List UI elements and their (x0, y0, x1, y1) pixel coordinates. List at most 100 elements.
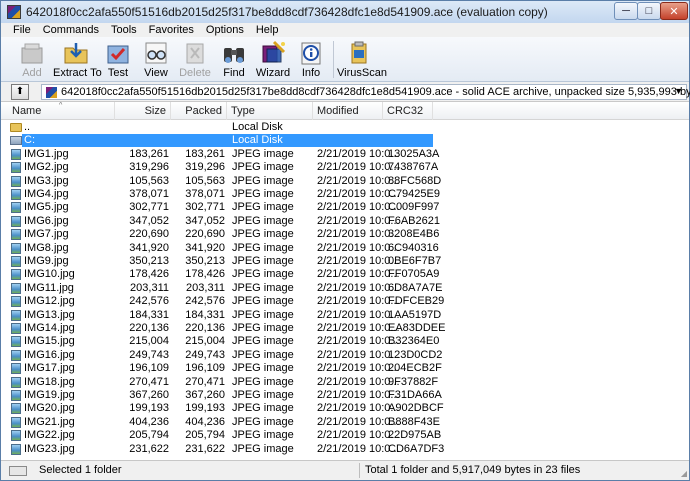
cell-type: JPEG image (232, 402, 294, 415)
jpeg-file-icon (11, 416, 21, 428)
table-row[interactable]: IMG4.jpg 378,071 378,071 JPEG image 2/21/201… (1, 188, 689, 201)
table-row[interactable]: IMG2.jpg 319,296 319,296 JPEG image 2/21/201… (1, 161, 689, 174)
cell-name: IMG10.jpg (24, 268, 75, 281)
close-button[interactable]: ✕ (660, 2, 688, 20)
table-row[interactable]: IMG6.jpg 347,052 347,052 JPEG image 2/21/201… (1, 215, 689, 228)
table-row[interactable]: C: Local Disk (1, 134, 689, 148)
cell-name: IMG19.jpg (24, 389, 75, 401)
table-row[interactable]: IMG14.jpg 220,136 220,136 JPEG image 2/21/20… (1, 322, 689, 335)
minimize-button[interactable]: ─ (614, 2, 638, 20)
delete-button[interactable]: Delete (175, 39, 215, 80)
table-row[interactable]: IMG17.jpg 196,109 196,109 JPEG image 2/21/20… (1, 362, 689, 375)
maximize-button[interactable]: □ (637, 2, 661, 20)
cell-name: IMG7.jpg (24, 228, 69, 241)
cell-packed: 242,576 (185, 295, 225, 308)
table-row[interactable]: IMG21.jpg 404,236 404,236 JPEG image 2/21/20… (1, 416, 689, 429)
title-bar[interactable]: 642018f0cc2afa550f51516db2015d25f317be8d… (1, 1, 689, 23)
table-row[interactable]: IMG19.jpg 367,260 367,260 JPEG image 2/21/20… (1, 389, 689, 402)
virusscan-button[interactable]: VirusScan (337, 39, 387, 80)
cell-crc32: F31DA66A (388, 389, 442, 401)
table-row[interactable]: IMG20.jpg 199,193 199,193 JPEG image 2/21/20… (1, 402, 689, 415)
cell-crc32: C79425E9 (388, 188, 440, 200)
archive-path-field[interactable]: 642018f0cc2afa550f51516db2015d25f317be8d… (41, 84, 690, 100)
table-row[interactable]: IMG3.jpg 105,563 105,563 JPEG image 2/21/201… (1, 175, 689, 188)
file-list[interactable]: Name ^ Size Packed Type Modified CRC32 .… (1, 102, 689, 460)
cell-crc32: C009F997 (388, 201, 440, 214)
cell-packed: 350,213 (185, 255, 225, 267)
drive-status-icon[interactable] (9, 466, 27, 476)
menu-favorites[interactable]: Favorites (143, 23, 200, 37)
cell-crc32: FF0705A9 (388, 268, 440, 281)
view-button[interactable]: View (137, 39, 175, 80)
add-button[interactable]: Add (9, 39, 55, 80)
cell-size: 215,004 (129, 335, 169, 348)
menu-help[interactable]: Help (250, 23, 285, 37)
table-row[interactable]: IMG8.jpg 341,920 341,920 JPEG image 2/21/201… (1, 242, 689, 255)
cell-type: JPEG image (232, 268, 294, 281)
cell-size: 347,052 (129, 214, 169, 227)
cell-size (115, 134, 169, 147)
test-button[interactable]: Test (99, 39, 137, 80)
winrar-icon (7, 5, 21, 19)
cell-crc32: 9F37882F (388, 375, 439, 388)
cell-packed: 178,426 (185, 268, 225, 281)
info-icon (301, 42, 321, 65)
jpeg-file-icon (11, 282, 21, 294)
cell-size: 183,261 (129, 147, 169, 160)
add-label: Add (22, 67, 42, 79)
menu-commands[interactable]: Commands (37, 23, 105, 37)
status-bar: Selected 1 folder Total 1 folder and 5,9… (1, 460, 689, 480)
cell-size: 319,296 (129, 161, 169, 174)
column-header-packed[interactable]: Packed (171, 102, 227, 120)
cell-packed: 184,331 (185, 308, 225, 321)
up-one-level-button[interactable]: ⬆ (11, 84, 29, 100)
table-row[interactable]: IMG22.jpg 205,794 205,794 JPEG image 2/21/20… (1, 429, 689, 442)
column-header-type[interactable]: Type (227, 102, 313, 120)
find-button[interactable]: Find (215, 39, 253, 80)
cell-name: IMG9.jpg (24, 255, 69, 267)
table-row[interactable]: IMG1.jpg 183,261 183,261 JPEG image 2/21/201… (1, 148, 689, 161)
table-row[interactable]: IMG11.jpg 203,311 203,311 JPEG image 2/21/20… (1, 282, 689, 295)
table-row[interactable]: .. Local Disk (1, 121, 689, 134)
cell-type: JPEG image (232, 348, 294, 361)
table-row[interactable]: IMG5.jpg 302,771 302,771 JPEG image 2/21/201… (1, 201, 689, 214)
menu-tools[interactable]: Tools (105, 23, 143, 37)
cell-packed: 367,260 (185, 389, 225, 401)
table-row[interactable]: IMG7.jpg 220,690 220,690 JPEG image 2/21/201… (1, 228, 689, 241)
jpeg-file-icon (11, 336, 21, 348)
menu-file[interactable]: File (7, 23, 37, 37)
cell-packed: 302,771 (185, 201, 225, 214)
cell-name: IMG23.jpg (24, 442, 75, 455)
cell-packed: 270,471 (185, 375, 225, 388)
table-row[interactable]: IMG10.jpg 178,426 178,426 JPEG image 2/21/20… (1, 268, 689, 281)
column-header-modified[interactable]: Modified (313, 102, 383, 120)
cell-name: IMG8.jpg (24, 241, 69, 254)
resize-grip-icon[interactable]: ◢ (681, 469, 687, 478)
path-dropdown-icon[interactable]: ▼ (674, 86, 683, 96)
menu-bar: File Commands Tools Favorites Options He… (1, 23, 689, 37)
table-row[interactable]: IMG18.jpg 270,471 270,471 JPEG image 2/21/20… (1, 376, 689, 389)
table-row[interactable]: IMG23.jpg 231,622 231,622 JPEG image 2/21/20… (1, 443, 689, 456)
column-header-name[interactable]: Name ^ (1, 102, 115, 120)
wizard-button[interactable]: Wizard (253, 39, 293, 80)
cell-packed: 231,622 (185, 442, 225, 455)
table-row[interactable]: IMG9.jpg 350,213 350,213 JPEG image 2/21/201… (1, 255, 689, 268)
cell-type: JPEG image (232, 429, 294, 442)
table-row[interactable]: IMG15.jpg 215,004 215,004 JPEG image 2/21/20… (1, 335, 689, 348)
extract-to-button[interactable]: Extract To (53, 39, 102, 80)
table-row[interactable]: IMG16.jpg 249,743 249,743 JPEG image 2/21/20… (1, 349, 689, 362)
status-separator (359, 463, 360, 478)
cell-packed: 205,794 (185, 429, 225, 442)
info-button[interactable]: Info (293, 39, 329, 80)
cell-crc32: B32364E0 (388, 335, 440, 348)
menu-options[interactable]: Options (200, 23, 250, 37)
column-header-size[interactable]: Size (115, 102, 171, 120)
jpeg-file-icon (11, 242, 21, 254)
cell-type: Local Disk (232, 121, 283, 133)
table-row[interactable]: IMG12.jpg 242,576 242,576 JPEG image 2/21/20… (1, 295, 689, 308)
column-header-crc32[interactable]: CRC32 (383, 102, 433, 120)
jpeg-file-icon (11, 162, 21, 174)
cell-crc32: FDFCEB29 (388, 295, 445, 308)
cell-size: 220,690 (129, 228, 169, 241)
table-row[interactable]: IMG13.jpg 184,331 184,331 JPEG image 2/21/20… (1, 309, 689, 322)
